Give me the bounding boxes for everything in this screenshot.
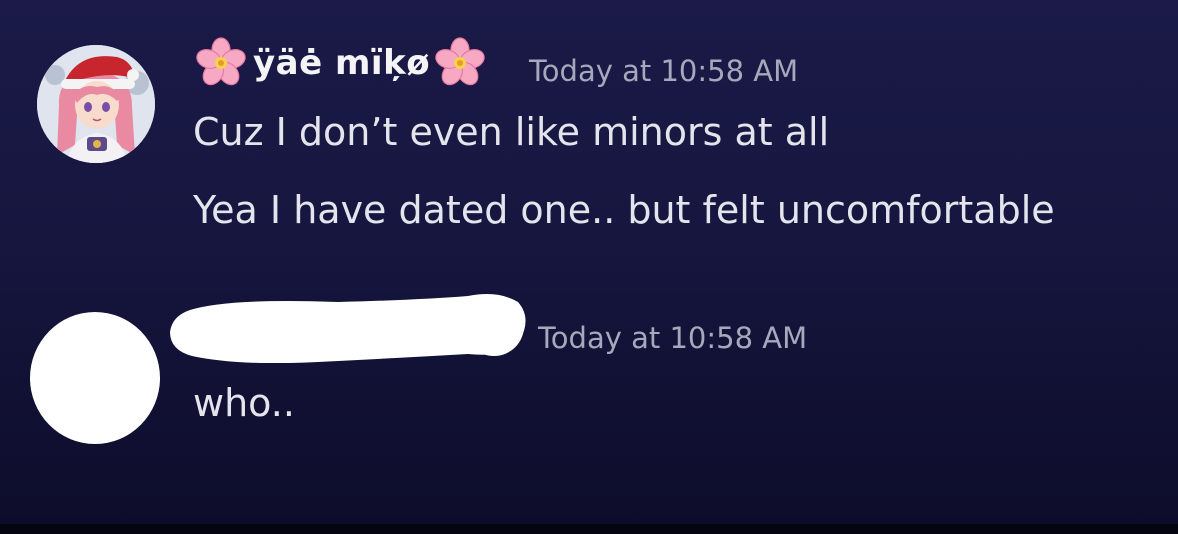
message-timestamp: Today at 10:58 AM [529, 54, 799, 88]
message-text: Yea I have dated one.. but felt uncomfor… [193, 188, 1055, 232]
message-text: Cuz I don’t even like minors at all [193, 110, 830, 154]
username-row: ÿäė mïķø [193, 33, 488, 93]
message-timestamp: Today at 10:58 AM [538, 321, 808, 355]
anime-avatar-icon [37, 45, 155, 163]
redacted-username [170, 294, 526, 363]
message-group-1: ÿäė mïķø Today at 10:58 AM Cuz I don’t e [0, 0, 1178, 250]
cherry-blossom-icon [432, 35, 488, 91]
bottom-divider [0, 524, 1178, 534]
redacted-avatar[interactable] [30, 312, 160, 444]
username[interactable]: ÿäė mïķø [253, 43, 430, 83]
message-text: who.. [193, 381, 295, 425]
avatar[interactable] [37, 45, 155, 163]
cherry-blossom-icon [193, 35, 249, 91]
